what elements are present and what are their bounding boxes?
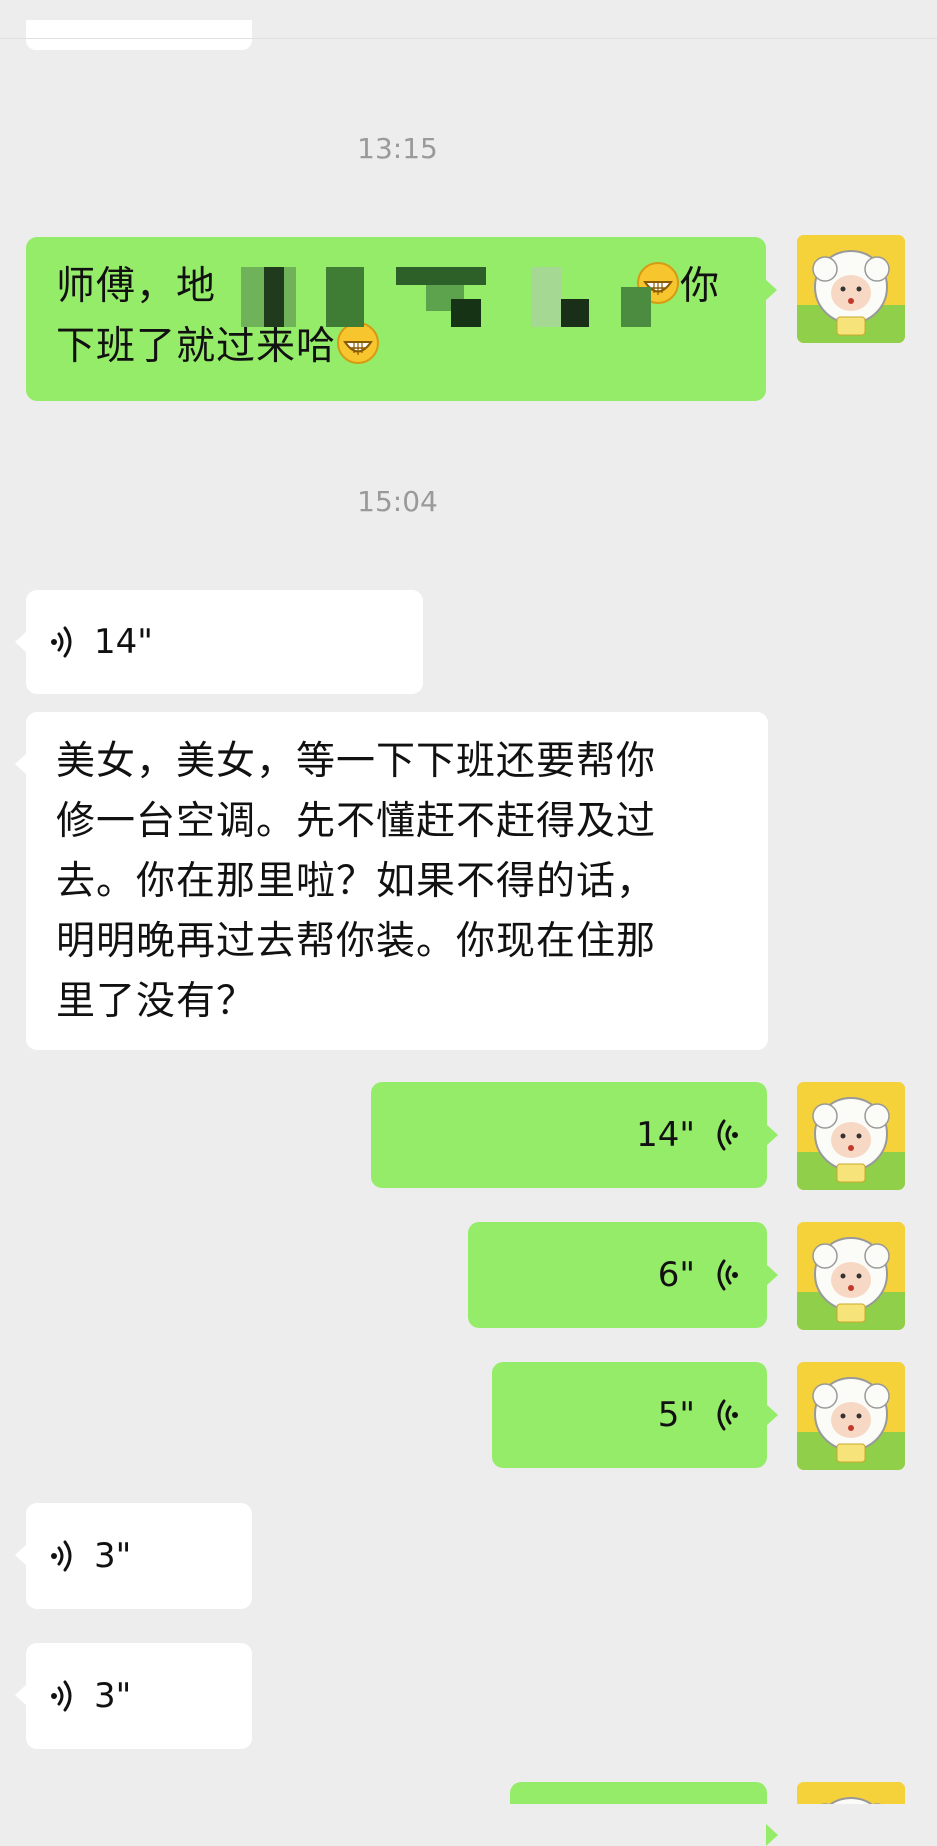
sender-avatar[interactable] [797, 1362, 905, 1470]
message-line: 修一台空调。先不懂赶不赶得及过 [56, 799, 657, 844]
voice-wave-left-icon [717, 1119, 738, 1151]
voice-duration: 14" [94, 622, 153, 662]
message-text: 你 [680, 264, 721, 309]
pixelated-redaction [264, 267, 284, 327]
pixelated-redaction [531, 267, 561, 327]
voice-duration: 5" [657, 1395, 695, 1435]
message-line: 里了没有？ [56, 979, 257, 1024]
pixelated-redaction [326, 267, 364, 327]
voice-wave-left-icon [717, 1259, 738, 1291]
previous-message-bubble[interactable] [26, 20, 252, 50]
timestamp: 15:04 [357, 485, 438, 518]
received-voice-bubble[interactable]: 14" [15, 590, 423, 694]
sender-avatar[interactable] [797, 1082, 905, 1190]
received-voice-bubble[interactable]: 3" [15, 1643, 252, 1749]
voice-wave-right-icon [51, 1680, 72, 1712]
received-message-bubble[interactable]: 美女，美女，等一下下班还要帮你 修一台空调。先不懂赶不赶得及过 去。你在那里啦？… [15, 712, 768, 1050]
grin-emoji-icon [336, 321, 380, 365]
voice-duration: 6" [657, 1255, 695, 1295]
voice-duration: 14" [636, 1115, 695, 1155]
sent-voice-bubble[interactable]: 14" [371, 1082, 778, 1188]
message-text: 下班了就过来哈 [56, 324, 337, 369]
voice-duration: 3" [94, 1536, 132, 1576]
sender-avatar[interactable] [797, 1222, 905, 1330]
sent-message-bubble[interactable]: 师傅，地 你 下班了就过来哈 [26, 237, 777, 401]
message-line: 美女，美女，等一下下班还要帮你 [56, 739, 657, 784]
sender-avatar[interactable] [797, 235, 905, 343]
pixelated-redaction [561, 299, 589, 327]
voice-wave-right-icon [51, 626, 72, 658]
message-line: 去。你在那里啦？如果不得的话， [56, 859, 657, 904]
sent-voice-bubble[interactable] [510, 1782, 778, 1846]
voice-wave-left-icon [717, 1399, 738, 1431]
timestamp: 13:15 [357, 132, 438, 165]
message-line: 明明晚再过去帮你装。你现在住那 [56, 919, 657, 964]
pixelated-redaction [451, 299, 481, 327]
voice-wave-right-icon [51, 1540, 72, 1572]
pixelated-redaction [621, 287, 651, 327]
divider [0, 38, 937, 39]
received-voice-bubble[interactable]: 3" [15, 1503, 252, 1609]
voice-duration: 3" [94, 1676, 132, 1716]
sender-avatar[interactable] [797, 1782, 905, 1804]
sent-voice-bubble[interactable]: 6" [468, 1222, 778, 1328]
message-text: 师傅，地 [56, 264, 217, 309]
pixelated-redaction [396, 267, 486, 285]
sent-voice-bubble[interactable]: 5" [492, 1362, 778, 1468]
